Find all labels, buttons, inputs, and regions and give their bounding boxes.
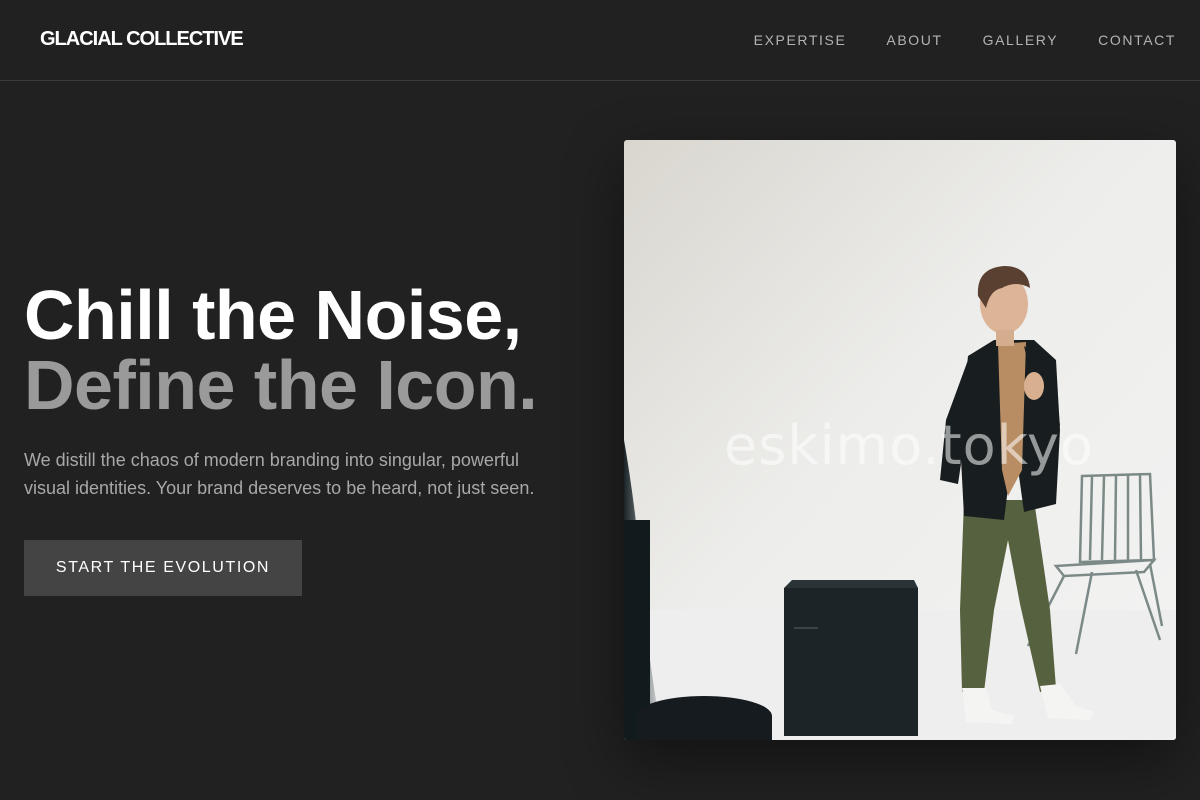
nav-gallery[interactable]: GALLERY	[983, 32, 1059, 48]
brand-logo[interactable]: GLACIAL COLLECTIVE	[40, 28, 244, 51]
start-evolution-button[interactable]: START THE EVOLUTION	[24, 540, 302, 596]
hero-image: eskimo.tokyo	[624, 140, 1176, 740]
hero-section: Chill the Noise, Define the Icon. We dis…	[24, 280, 584, 502]
headline-line-2: Define the Icon.	[24, 346, 538, 424]
hero-photo-illustration	[624, 140, 1176, 740]
nav-expertise[interactable]: EXPERTISE	[754, 32, 847, 48]
site-header: GLACIAL COLLECTIVE EXPERTISE ABOUT GALLE…	[0, 0, 1200, 81]
hero-description: We distill the chaos of modern branding …	[24, 450, 535, 498]
headline-line-1: Chill the Noise,	[24, 276, 522, 354]
nav-about[interactable]: ABOUT	[886, 32, 942, 48]
nav-contact[interactable]: CONTACT	[1098, 32, 1176, 48]
main-nav: EXPERTISE ABOUT GALLERY CONTACT	[754, 32, 1176, 48]
hero-headline: Chill the Noise, Define the Icon.	[24, 280, 584, 420]
